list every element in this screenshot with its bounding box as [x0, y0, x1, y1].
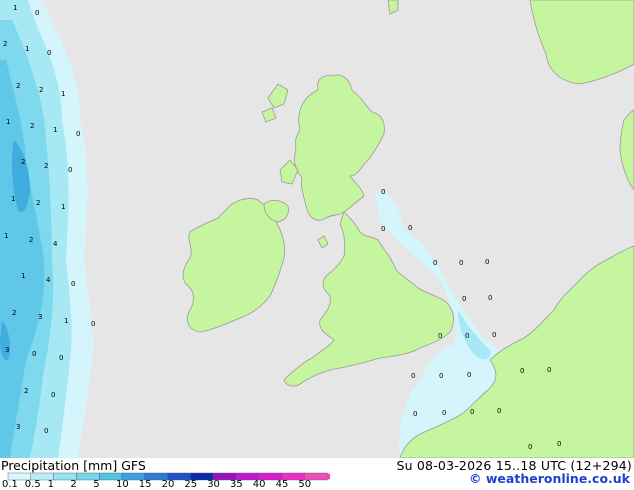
precip-label: 0 — [32, 350, 36, 358]
legend-arrow — [327, 473, 330, 480]
precip-label: 0 — [547, 366, 551, 374]
precip-label: 4 — [53, 240, 58, 248]
precip-label: 3 — [5, 346, 9, 354]
precip-label: 0 — [51, 391, 55, 399]
precip-label: 0 — [433, 259, 437, 267]
legend-title-text: Precipitation [mm] — [1, 458, 118, 473]
precip-label: 0 — [413, 410, 417, 418]
precip-label: 0 — [411, 372, 415, 380]
precip-label: 0 — [557, 440, 561, 448]
precip-label: 0 — [470, 408, 474, 416]
legend-ticks: 0.1 0.5 1 2 5 10 15 20 25 30 35 40 45 50 — [0, 480, 330, 490]
precip-label: 0 — [91, 320, 95, 328]
precip-label: 0 — [459, 259, 463, 267]
precip-label: 0 — [381, 225, 385, 233]
legend-tick-label: 25 — [184, 479, 198, 490]
legend-tick-label: 0.1 — [2, 479, 18, 490]
precip-label: 1 — [11, 195, 15, 203]
credit-link[interactable]: © weatheronline.co.uk — [469, 471, 630, 486]
model-name: GFS — [121, 458, 146, 473]
legend-tick-label: 30 — [207, 479, 220, 490]
precip-label: 0 — [68, 166, 72, 174]
legend-tick-label: 20 — [161, 479, 175, 490]
precip-label: 2 — [21, 158, 25, 166]
precip-label: 0 — [442, 409, 446, 417]
precip-label: 1 — [53, 126, 57, 134]
precip-label: 0 — [467, 371, 471, 379]
legend-tick-label: 5 — [93, 479, 100, 490]
precip-label: 2 — [16, 82, 20, 90]
precip-label: 0 — [76, 130, 80, 138]
precip-label: 0 — [71, 280, 75, 288]
legend-tick-label: 40 — [252, 479, 266, 490]
precip-label: 2 — [44, 162, 48, 170]
legend-tick-label: 2 — [70, 479, 77, 490]
precip-label: 2 — [29, 236, 33, 244]
precip-label: 1 — [61, 90, 65, 98]
precip-label: 0 — [520, 367, 524, 375]
precip-label: 2 — [30, 122, 34, 130]
legend-tick-label: 50 — [298, 479, 312, 490]
precip-label: 0 — [492, 331, 496, 339]
precip-label: 3 — [16, 423, 20, 431]
precip-label: 1 — [6, 118, 10, 126]
precip-label: 0 — [381, 188, 385, 196]
precip-label: 0 — [438, 332, 442, 340]
precip-label: 2 — [24, 387, 28, 395]
precip-label: 1 — [4, 232, 8, 240]
legend-title: Precipitation [mm] GFS — [1, 458, 146, 473]
legend-tick-label: 0.5 — [24, 479, 41, 490]
legend-tick-label: 35 — [230, 479, 243, 490]
precip-label: 2 — [39, 86, 43, 94]
precip-label: 0 — [488, 294, 492, 302]
precip-label: 2 — [12, 309, 16, 317]
precip-label: 1 — [64, 317, 68, 325]
precip-label: 0 — [485, 258, 489, 266]
precip-label: 0 — [497, 407, 501, 415]
legend-tick-label: 45 — [275, 479, 289, 490]
precip-label: 0 — [59, 354, 63, 362]
precip-label: 1 — [13, 4, 17, 12]
precip-label: 3 — [38, 313, 42, 321]
precip-label: 0 — [47, 49, 51, 57]
precip-label: 0 — [462, 295, 466, 303]
precip-label: 1 — [21, 272, 25, 280]
legend-tick-label: 10 — [116, 479, 129, 490]
precip-label: 4 — [46, 276, 51, 284]
legend-bar: Precipitation [mm] GFS Su 08-03-2026 15.… — [0, 458, 634, 490]
precip-label: 0 — [439, 372, 443, 380]
legend-tick-label: 15 — [138, 479, 152, 490]
precip-label: 0 — [35, 9, 39, 17]
precip-label: 0 — [408, 224, 412, 232]
precip-label: 1 — [61, 203, 65, 211]
precip-label: 0 — [465, 332, 469, 340]
precip-label: 2 — [36, 199, 40, 207]
legend-tick-label: 1 — [47, 479, 54, 490]
precip-label: 2 — [3, 40, 7, 48]
precipitation-map: 1 0 2 1 0 2 2 1 1 2 1 0 2 2 0 1 2 1 1 2 … — [0, 0, 634, 458]
precip-label: 0 — [44, 427, 48, 435]
precip-label: 1 — [25, 45, 29, 53]
precip-label: 0 — [528, 443, 532, 451]
